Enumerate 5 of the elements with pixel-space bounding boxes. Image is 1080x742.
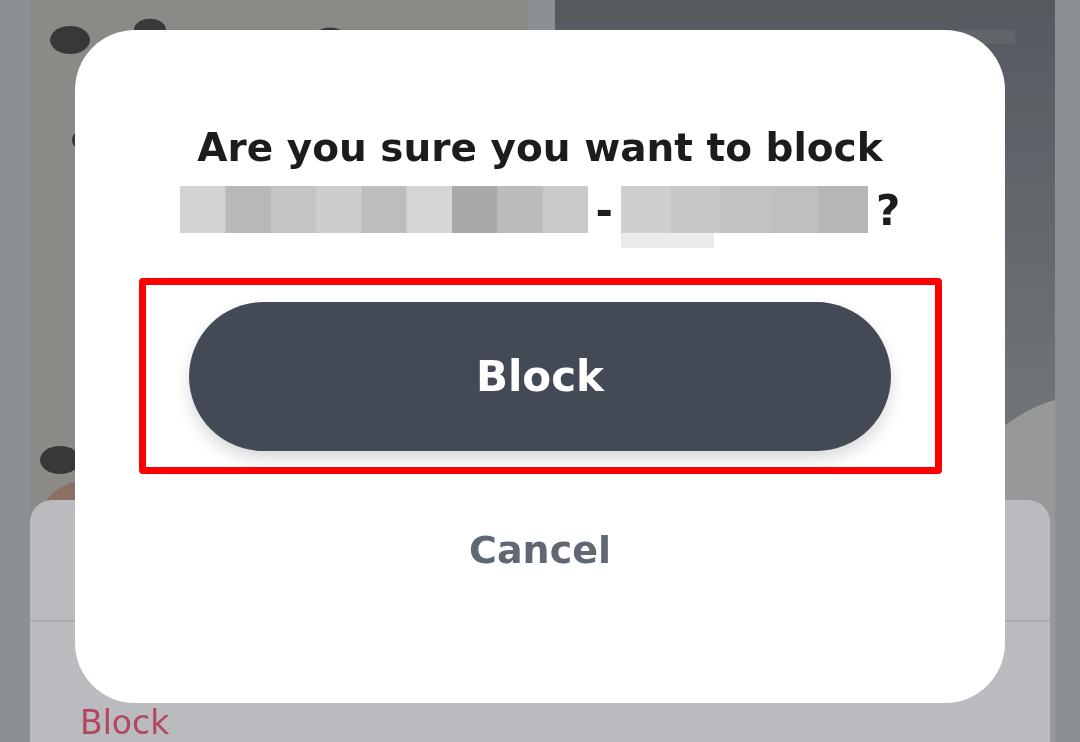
block-button[interactable]: Block <box>189 301 891 451</box>
dialog-title: Are you sure you want to block <box>197 124 883 172</box>
cancel-button[interactable]: Cancel <box>459 524 621 576</box>
name-separator: - <box>595 186 614 236</box>
question-mark: ? <box>876 186 901 236</box>
